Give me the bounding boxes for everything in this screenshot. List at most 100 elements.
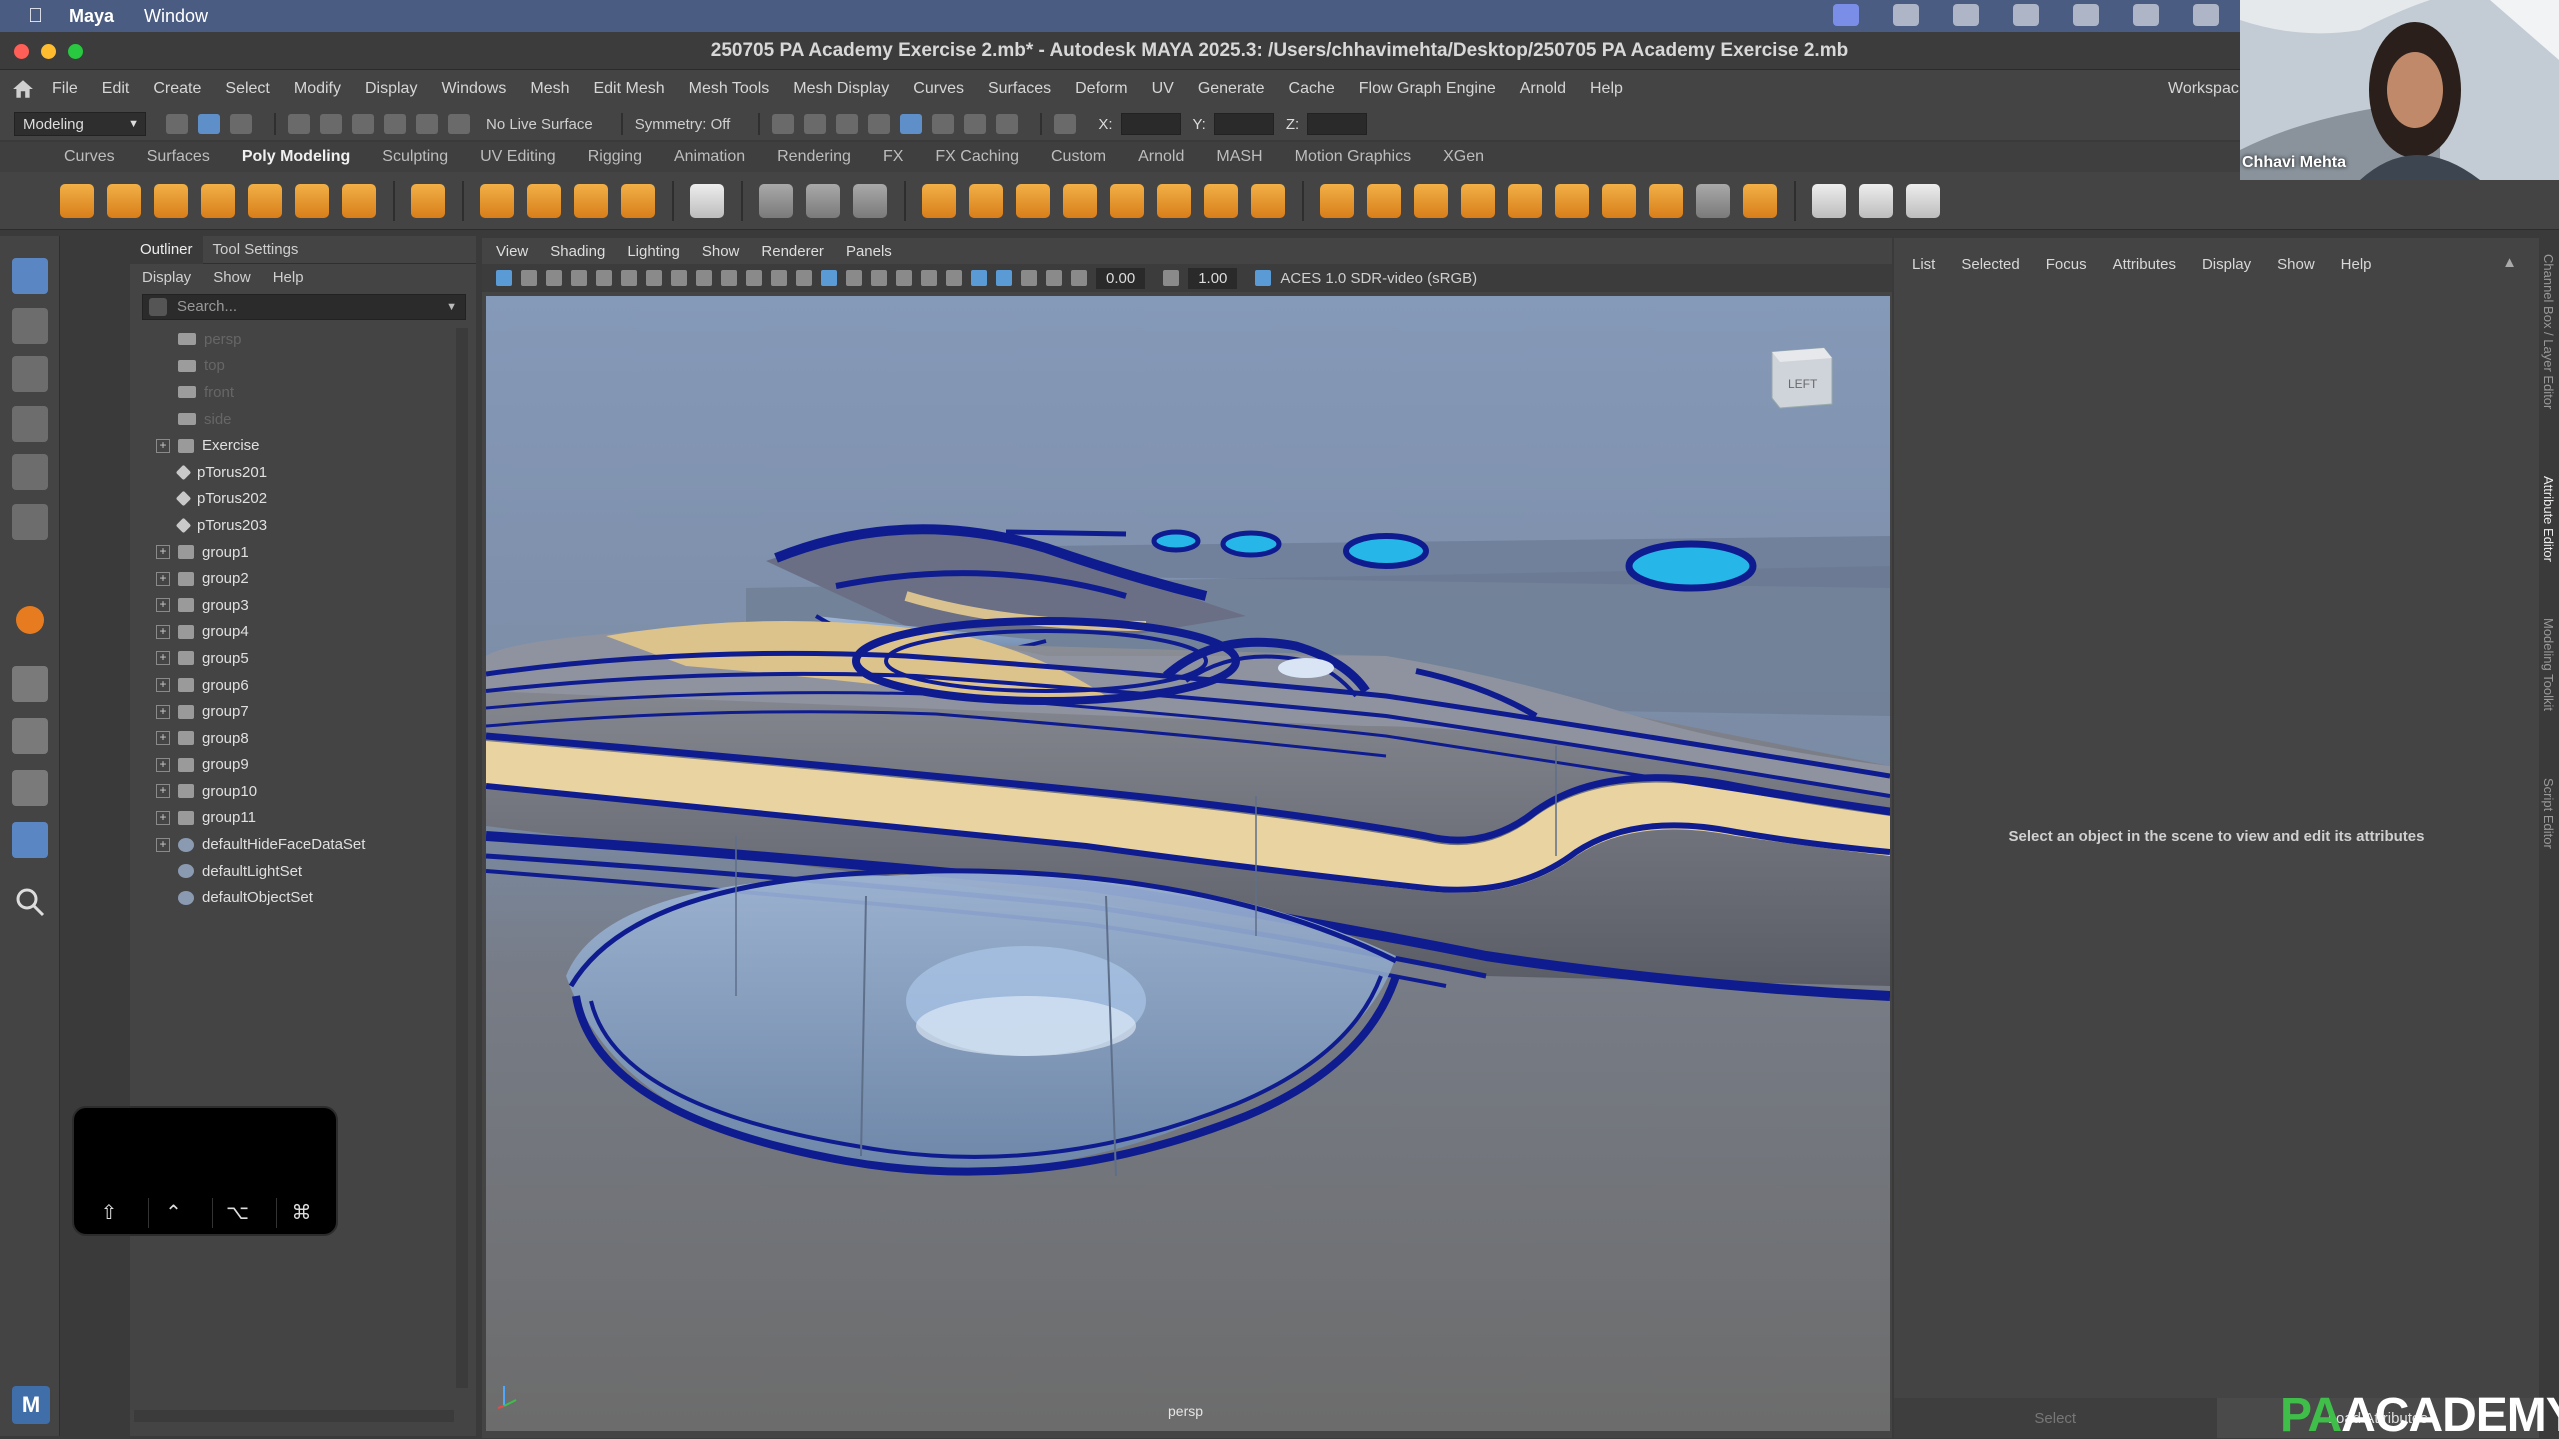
arnold-render-icon[interactable] xyxy=(932,114,955,134)
outliner-item-group7[interactable]: + group7 xyxy=(130,698,476,725)
expand-icon[interactable]: + xyxy=(156,545,170,560)
wireframe-on-shaded-icon[interactable] xyxy=(846,270,862,286)
svg-icon[interactable] xyxy=(621,183,655,218)
screen-space-ao-icon[interactable] xyxy=(946,270,962,286)
color-space-label[interactable]: ACES 1.0 SDR-video (sRGB) xyxy=(1280,270,1477,287)
symmetry-dropdown[interactable]: Symmetry: Off xyxy=(635,116,731,133)
tab-modeling-toolkit[interactable]: Modeling Toolkit xyxy=(2541,618,2556,711)
outliner-item-group2[interactable]: + group2 xyxy=(130,565,476,592)
crease-icon[interactable] xyxy=(1696,183,1730,218)
hypershade-icon[interactable] xyxy=(900,114,923,134)
search-icon[interactable] xyxy=(12,884,48,920)
outliner-item-Exercise[interactable]: + Exercise xyxy=(130,432,476,459)
outliner-vertical-scrollbar[interactable] xyxy=(456,328,468,1388)
color-management-icon[interactable] xyxy=(1255,270,1272,286)
app-icon[interactable] xyxy=(1953,4,1979,26)
target-weld-icon[interactable] xyxy=(1743,183,1777,218)
ae-menu-selected[interactable]: Selected xyxy=(1961,256,2019,273)
tab-tool-settings[interactable]: Tool Settings xyxy=(203,236,309,264)
lights-icon[interactable] xyxy=(896,270,912,286)
tab-channel-box[interactable]: Channel Box / Layer Editor xyxy=(2541,254,2556,409)
grease-pencil-icon[interactable] xyxy=(621,270,637,286)
live-surface-label[interactable]: No Live Surface xyxy=(486,116,593,133)
poly-plane-icon[interactable] xyxy=(295,183,329,218)
poly-cone-icon[interactable] xyxy=(201,183,235,218)
boolean-icon[interactable] xyxy=(969,183,1003,218)
shelf-tab-surfaces[interactable]: Surfaces xyxy=(147,148,210,166)
snap-curve-icon[interactable] xyxy=(320,114,342,134)
outliner-item-persp[interactable]: persp xyxy=(130,326,476,353)
shelf-tab-motion-graphics[interactable]: Motion Graphics xyxy=(1295,148,1412,166)
grid-icon[interactable] xyxy=(646,270,662,286)
expand-icon[interactable]: + xyxy=(156,704,170,719)
textured-icon[interactable] xyxy=(871,270,887,286)
fill-icon[interactable] xyxy=(1602,183,1636,218)
minimize-window-button[interactable] xyxy=(41,44,56,59)
rotate-tool-icon[interactable] xyxy=(12,454,48,490)
menu-arnold[interactable]: Arnold xyxy=(1520,80,1566,98)
snap-grid-icon[interactable] xyxy=(288,114,310,134)
viewport-menu-panels[interactable]: Panels xyxy=(846,243,892,260)
menu-modify[interactable]: Modify xyxy=(294,80,341,98)
expand-icon[interactable]: + xyxy=(156,837,170,852)
exposure-field[interactable]: 0.00 xyxy=(1096,267,1146,289)
outliner-item-group6[interactable]: + group6 xyxy=(130,672,476,699)
poke-icon[interactable] xyxy=(1508,183,1542,218)
camera-attributes-icon[interactable] xyxy=(521,270,537,286)
outliner-item-defaultObjectSet[interactable]: defaultObjectSet xyxy=(130,884,476,911)
poly-torus-icon[interactable] xyxy=(248,183,282,218)
outliner-item-group4[interactable]: + group4 xyxy=(130,619,476,646)
chevron-down-icon[interactable]: ▼ xyxy=(446,295,457,319)
shelf-tab-poly-modeling[interactable]: Poly Modeling xyxy=(242,148,350,166)
ae-menu-list[interactable]: List xyxy=(1912,256,1935,273)
layout-four-icon[interactable] xyxy=(12,718,48,754)
connect-tool-icon[interactable] xyxy=(1812,183,1846,218)
viewport-menu-shading[interactable]: Shading xyxy=(550,243,605,260)
view-cube[interactable]: LEFT xyxy=(1771,347,1833,409)
settings-icon[interactable] xyxy=(2013,4,2039,26)
mirror-icon[interactable] xyxy=(922,183,956,218)
extrude-icon[interactable] xyxy=(1016,183,1050,218)
expand-icon[interactable]: + xyxy=(156,624,170,639)
xray-icon[interactable] xyxy=(971,270,987,286)
safe-action-icon[interactable] xyxy=(771,270,787,286)
cube-extrude-icon[interactable] xyxy=(1461,183,1495,218)
battery-icon[interactable] xyxy=(2193,4,2219,26)
select-object-icon[interactable] xyxy=(198,114,220,134)
tab-outliner[interactable]: Outliner xyxy=(130,235,203,264)
workspace-label[interactable]: Workspac xyxy=(2168,80,2239,98)
menu-mesh-tools[interactable]: Mesh Tools xyxy=(689,80,770,98)
transform-mode-icon[interactable] xyxy=(1054,114,1077,134)
apple-icon[interactable]:  xyxy=(28,5,43,28)
select-hierarchy-icon[interactable] xyxy=(166,114,188,134)
bevel-icon[interactable] xyxy=(1110,183,1144,218)
select-camera-icon[interactable] xyxy=(496,270,512,286)
multi-cut-icon[interactable] xyxy=(1251,183,1285,218)
field-chart-icon[interactable] xyxy=(746,270,762,286)
scene-render[interactable]: LEFT xyxy=(486,296,1890,1431)
ae-menu-focus[interactable]: Focus xyxy=(2046,256,2087,273)
sweep-mesh-icon[interactable] xyxy=(527,183,561,218)
expand-icon[interactable]: + xyxy=(156,651,170,666)
sphere-primitive-icon[interactable] xyxy=(16,606,44,634)
fill-hole-icon[interactable] xyxy=(1157,183,1191,218)
menu-curves[interactable]: Curves xyxy=(913,80,964,98)
shelf-tab-uv-editing[interactable]: UV Editing xyxy=(480,148,556,166)
make-live-icon[interactable] xyxy=(448,114,470,134)
outliner-menu-display[interactable]: Display xyxy=(142,269,191,286)
snap-point-icon[interactable] xyxy=(352,114,374,134)
shelf-tab-arnold[interactable]: Arnold xyxy=(1138,148,1184,166)
2d-pan-zoom-icon[interactable] xyxy=(596,270,612,286)
wifi-icon[interactable] xyxy=(2073,4,2099,26)
poly-type-icon[interactable] xyxy=(574,183,608,218)
separate-icon[interactable] xyxy=(806,183,840,218)
paint-select-tool-icon[interactable] xyxy=(12,356,48,392)
viewport-menu-show[interactable]: Show xyxy=(702,243,740,260)
outliner-layout-icon[interactable] xyxy=(12,822,48,858)
y-field[interactable] xyxy=(1213,113,1274,135)
expand-icon[interactable]: + xyxy=(156,571,170,586)
menu-window[interactable]: Window xyxy=(144,6,208,27)
outliner-search-input[interactable]: Search... ▼ xyxy=(142,294,466,320)
outliner-item-front[interactable]: front xyxy=(130,379,476,406)
wedge-icon[interactable] xyxy=(1555,183,1589,218)
